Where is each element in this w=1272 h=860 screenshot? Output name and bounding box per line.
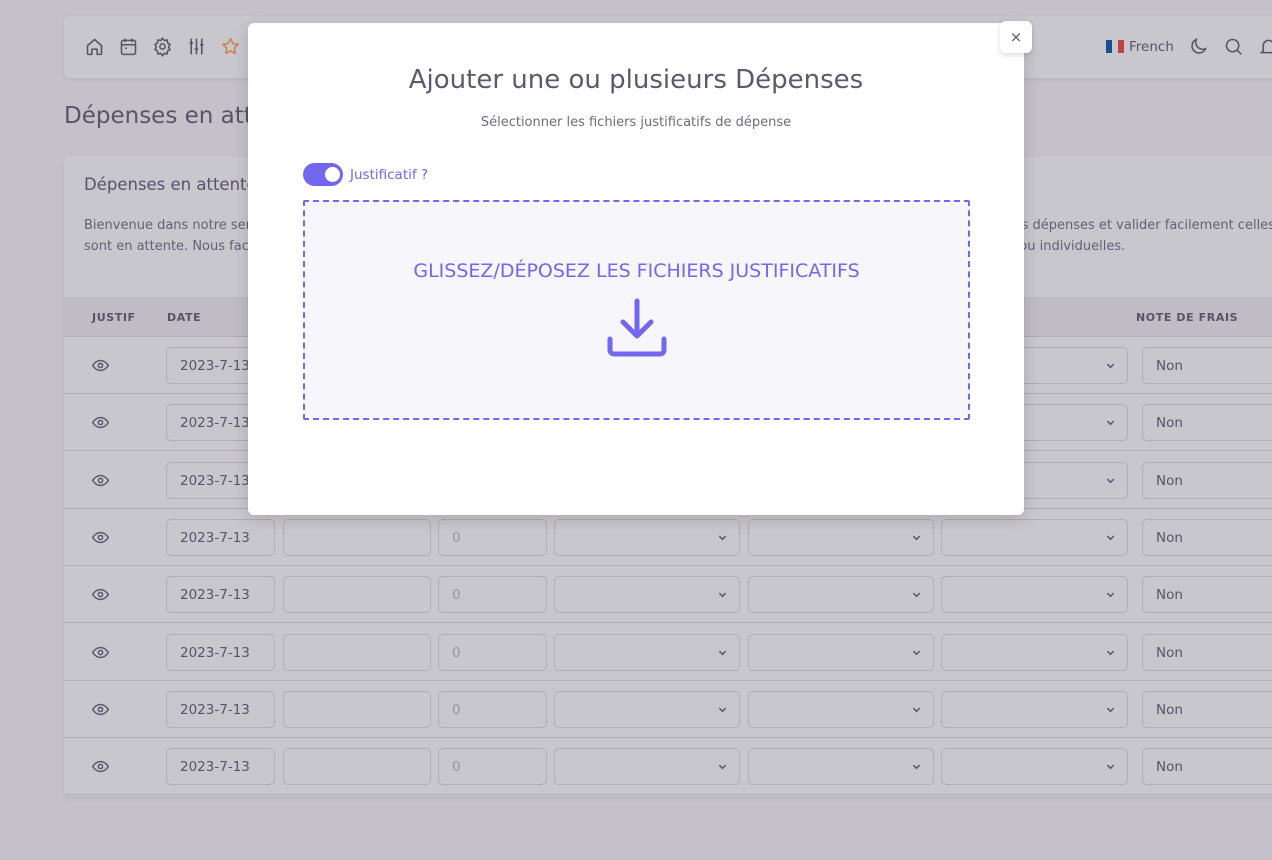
modal-subtitle: Sélectionner les fichiers justificatifs … xyxy=(480,115,792,130)
download-icon xyxy=(607,298,667,357)
modal-title: Ajouter une ou plusieurs Dépenses xyxy=(408,65,864,95)
add-expenses-modal: × Ajouter une ou plusieurs Dépenses Séle… xyxy=(248,21,1032,515)
toggle-knob xyxy=(325,167,340,182)
close-button[interactable]: × xyxy=(1000,21,1032,53)
dropzone-text: GLISSEZ/DÉPOSEZ LES FICHIERS JUSTIFICATI… xyxy=(413,260,860,282)
justificatif-toggle[interactable] xyxy=(303,163,343,186)
file-dropzone[interactable]: GLISSEZ/DÉPOSEZ LES FICHIERS JUSTIFICATI… xyxy=(303,200,970,420)
justificatif-toggle-row: Justificatif ? xyxy=(303,163,428,186)
justificatif-toggle-label[interactable]: Justificatif ? xyxy=(350,167,428,183)
